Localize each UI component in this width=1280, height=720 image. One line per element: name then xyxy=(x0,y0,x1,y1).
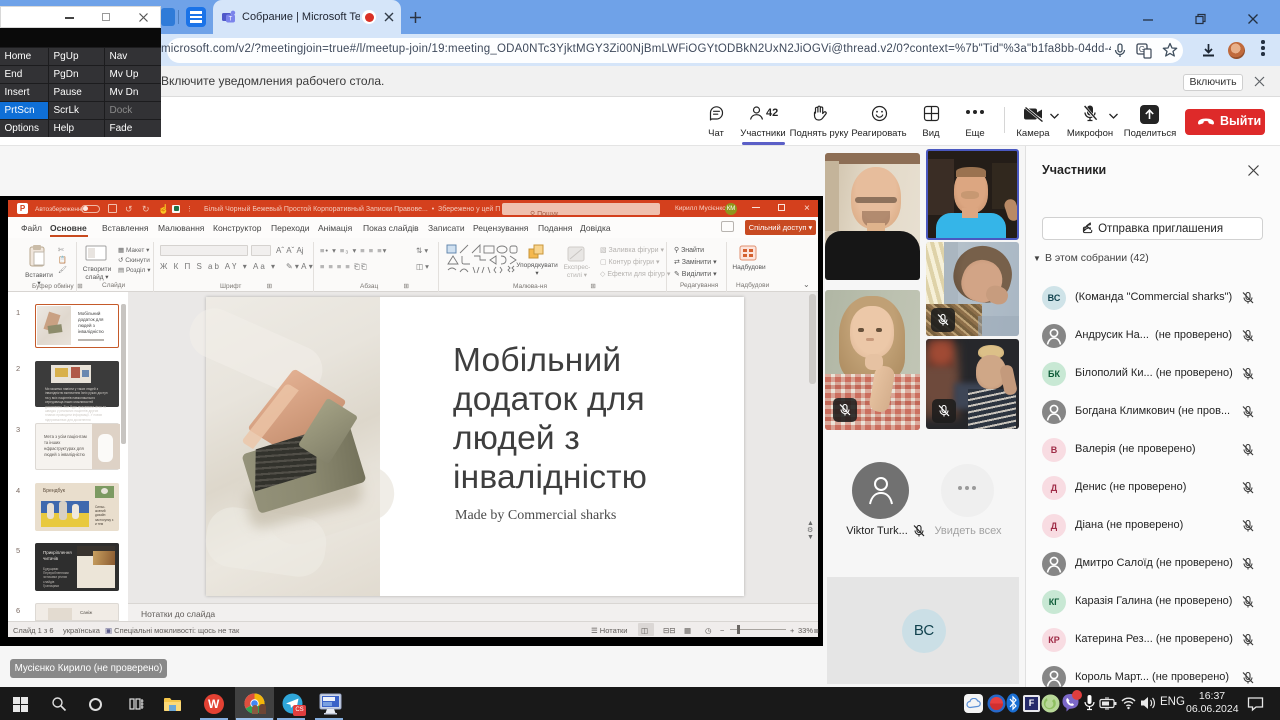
svg-text:T: T xyxy=(229,17,233,23)
